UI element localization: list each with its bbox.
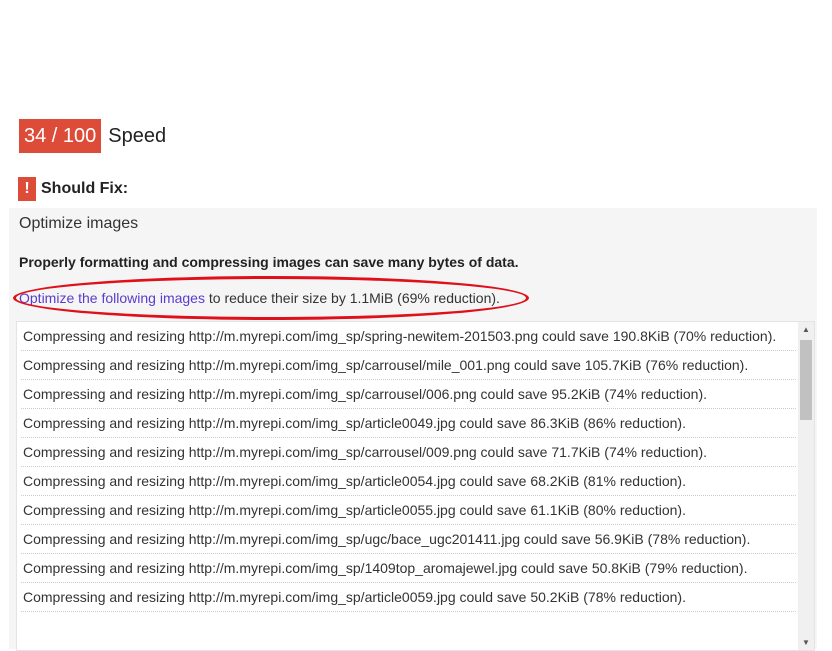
score-badge: 34 / 100	[19, 119, 102, 153]
list-item: Compressing and resizing http://m.myrepi…	[21, 351, 796, 380]
list-item: Compressing and resizing http://m.myrepi…	[21, 554, 796, 583]
rule-detail-text: to reduce their size by 1.1MiB (69% redu…	[204, 290, 500, 306]
list-item: Compressing and resizing http://m.myrepi…	[21, 380, 796, 409]
list-item: Compressing and resizing http://m.myrepi…	[21, 438, 796, 467]
vertical-scrollbar[interactable]: ▲ ▼	[798, 322, 814, 650]
rule-panel: Optimize images Properly formatting and …	[9, 208, 817, 651]
list-item: Compressing and resizing http://m.myrepi…	[21, 467, 796, 496]
scrollbar-thumb[interactable]	[800, 340, 812, 420]
should-fix-label: Should Fix:	[41, 180, 129, 197]
image-list-content: Compressing and resizing http://m.myrepi…	[17, 322, 800, 612]
should-fix-heading: ! Should Fix:	[18, 177, 128, 201]
rule-detail: Optimize the following images to reduce …	[19, 290, 500, 306]
list-item: Compressing and resizing http://m.myrepi…	[21, 322, 796, 351]
score-label: Speed	[108, 124, 167, 147]
list-item: Compressing and resizing http://m.myrepi…	[21, 525, 796, 554]
list-item: Compressing and resizing http://m.myrepi…	[21, 496, 796, 525]
scroll-down-icon[interactable]: ▼	[798, 635, 814, 650]
image-list[interactable]: Compressing and resizing http://m.myrepi…	[16, 321, 815, 651]
rule-summary: Properly formatting and compressing imag…	[19, 254, 519, 270]
optimize-images-link[interactable]: Optimize the following images	[19, 290, 205, 306]
score-row: 34 / 100 Speed	[19, 119, 166, 153]
list-item: Compressing and resizing http://m.myrepi…	[21, 409, 796, 438]
warning-icon: !	[18, 177, 36, 201]
scroll-up-icon[interactable]: ▲	[798, 322, 814, 337]
rule-title[interactable]: Optimize images	[19, 215, 138, 233]
list-item: Compressing and resizing http://m.myrepi…	[21, 583, 796, 612]
